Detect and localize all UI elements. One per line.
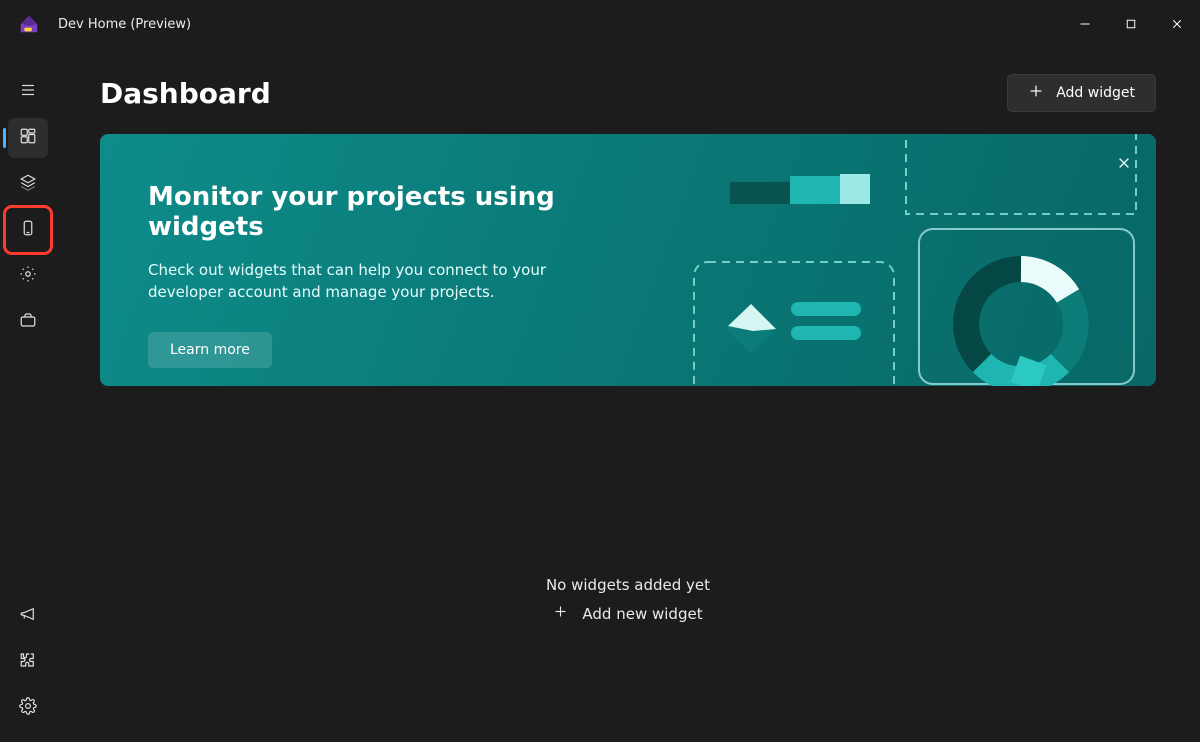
sidebar-item-settings[interactable] (8, 688, 48, 728)
main-content: Dashboard Add widget Monitor your projec… (56, 48, 1200, 742)
banner-illustration (676, 134, 1156, 386)
toolbox-icon (19, 311, 37, 333)
megaphone-icon (19, 605, 37, 627)
sidebar (0, 48, 56, 742)
title-bar: Dev Home (Preview) (0, 0, 1200, 48)
layers-icon (19, 173, 37, 195)
empty-state-action-label: Add new widget (582, 605, 702, 623)
empty-state: No widgets added yet Add new widget (100, 576, 1156, 623)
intro-banner: Monitor your projects using widgets Chec… (100, 134, 1156, 386)
plus-icon (553, 604, 568, 623)
sidebar-item-extensions[interactable] (8, 642, 48, 682)
sidebar-item-toolbox[interactable] (8, 302, 48, 342)
sidebar-item-dashboard[interactable] (8, 118, 48, 158)
app-title: Dev Home (Preview) (58, 17, 191, 32)
window-minimize-button[interactable] (1062, 8, 1108, 40)
hamburger-icon (19, 81, 37, 103)
learn-more-button[interactable]: Learn more (148, 332, 272, 368)
close-icon (1117, 155, 1131, 174)
banner-close-button[interactable] (1108, 148, 1140, 180)
puzzle-icon (19, 651, 37, 673)
app-icon (18, 13, 40, 35)
sidebar-item-device[interactable] (8, 210, 48, 250)
banner-title: Monitor your projects using widgets (148, 182, 630, 242)
window-maximize-button[interactable] (1108, 8, 1154, 40)
window-close-button[interactable] (1154, 8, 1200, 40)
page-header: Dashboard Add widget (100, 74, 1156, 112)
page-title: Dashboard (100, 77, 271, 110)
gear-icon (19, 697, 37, 719)
add-widget-label: Add widget (1056, 85, 1135, 101)
add-widget-button[interactable]: Add widget (1007, 74, 1156, 112)
device-icon (19, 219, 37, 241)
empty-state-title: No widgets added yet (546, 576, 710, 594)
dashboard-icon (19, 127, 37, 149)
gear-small-icon (19, 265, 37, 287)
learn-more-label: Learn more (170, 342, 250, 358)
window-controls (1062, 8, 1200, 40)
sidebar-item-manage[interactable] (8, 256, 48, 296)
sidebar-hamburger-button[interactable] (8, 72, 48, 112)
sidebar-item-feedback[interactable] (8, 596, 48, 636)
banner-description: Check out widgets that can help you conn… (148, 260, 608, 304)
plus-icon (1028, 83, 1044, 103)
sidebar-item-layers[interactable] (8, 164, 48, 204)
add-new-widget-button[interactable]: Add new widget (553, 604, 702, 623)
